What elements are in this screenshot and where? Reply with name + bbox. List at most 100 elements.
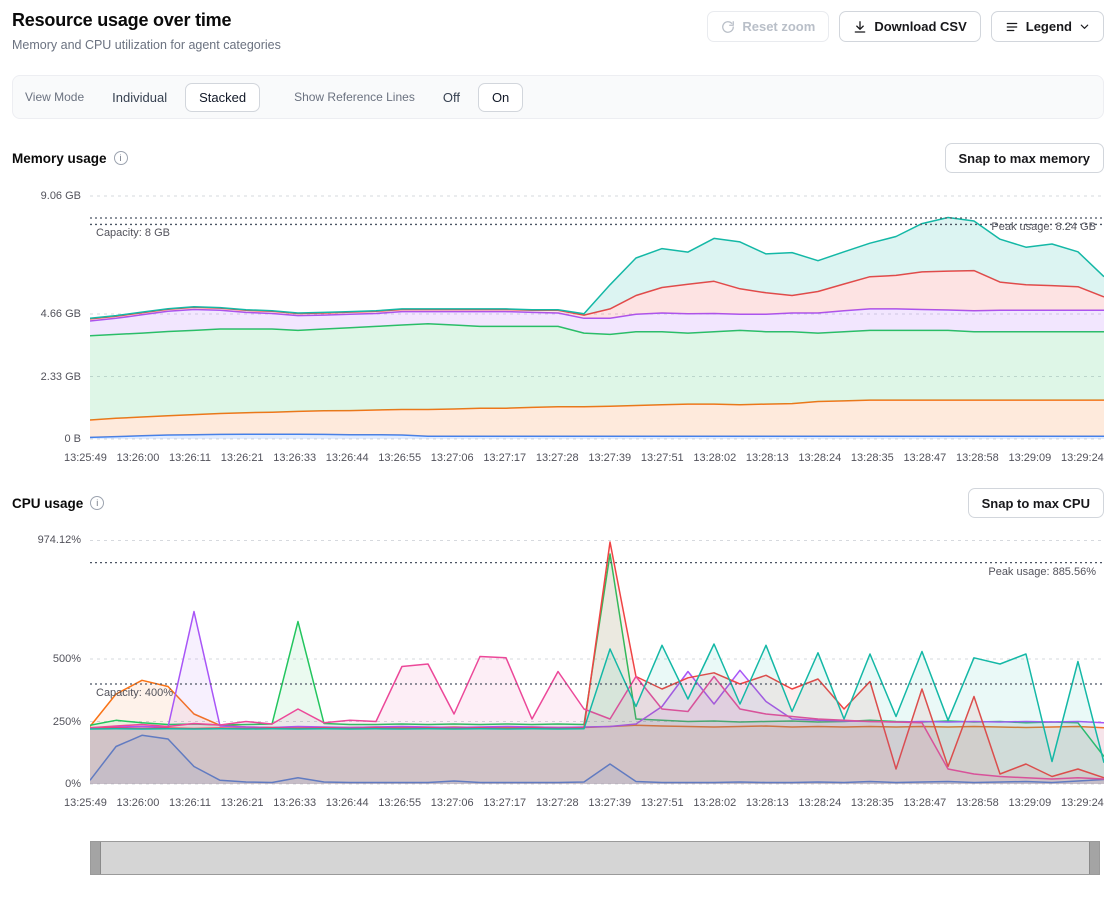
- x-tick-label: 13:26:00: [117, 797, 160, 809]
- reference-line-label: Capacity: 8 GB: [96, 227, 170, 239]
- x-tick-label: 13:26:44: [326, 452, 369, 464]
- memory-chart: 9.06 GB 4.66 GB 2.33 GB 0 B Capacity: 8 GB P…: [12, 181, 1104, 446]
- memory-x-axis: 13:25:49 13:26:00 13:26:11 13:26:21 13:26:33…: [64, 452, 1104, 464]
- reset-zoom-label: Reset zoom: [742, 19, 815, 34]
- x-tick-label: 13:25:49: [64, 452, 107, 464]
- cpu-section-header: CPU usage i Snap to max CPU: [12, 488, 1104, 518]
- x-tick-label: 13:28:24: [798, 452, 841, 464]
- x-tick-label: 13:27:28: [536, 797, 579, 809]
- chevron-down-icon: [1079, 21, 1090, 32]
- view-mode-individual[interactable]: Individual: [98, 83, 181, 112]
- x-tick-label: 13:27:39: [588, 452, 631, 464]
- download-csv-label: Download CSV: [874, 19, 966, 34]
- cpu-section-title: CPU usage: [12, 496, 83, 511]
- reset-zoom-icon: [721, 20, 735, 34]
- x-tick-label: 13:28:24: [798, 797, 841, 809]
- x-tick-label: 13:26:44: [326, 797, 369, 809]
- memory-section-title: Memory usage: [12, 151, 107, 166]
- chart-controls-toolbar: View Mode Individual Stacked Show Refere…: [12, 75, 1104, 119]
- x-tick-label: 13:25:49: [64, 797, 107, 809]
- x-tick-label: 13:28:35: [851, 797, 894, 809]
- page-subtitle: Memory and CPU utilization for agent cat…: [12, 38, 281, 52]
- reference-line-label: Peak usage: 8.24 GB: [991, 221, 1096, 233]
- legend-button[interactable]: Legend: [991, 11, 1104, 42]
- x-tick-label: 13:26:21: [221, 452, 264, 464]
- y-tick-label: 2.33 GB: [41, 371, 81, 383]
- y-tick-label: 974.12%: [38, 534, 81, 546]
- view-mode-label: View Mode: [25, 90, 84, 104]
- x-tick-label: 13:27:06: [431, 797, 474, 809]
- x-tick-label: 13:29:24: [1061, 452, 1104, 464]
- memory-section-header: Memory usage i Snap to max memory: [12, 143, 1104, 173]
- x-tick-label: 13:27:17: [483, 452, 526, 464]
- cpu-y-axis: 974.12% 500% 250% 0%: [12, 526, 90, 791]
- page-header: Resource usage over time Memory and CPU …: [12, 8, 1104, 52]
- x-tick-label: 13:27:39: [588, 797, 631, 809]
- memory-chart-canvas: [90, 181, 1104, 446]
- x-tick-label: 13:26:11: [169, 797, 211, 809]
- x-tick-label: 13:28:13: [746, 452, 789, 464]
- cpu-x-axis: 13:25:49 13:26:00 13:26:11 13:26:21 13:26:33…: [64, 797, 1104, 809]
- time-range-brush-row: [12, 841, 1104, 875]
- reference-line-label: Capacity: 400%: [96, 687, 173, 699]
- x-tick-label: 13:27:06: [431, 452, 474, 464]
- x-tick-label: 13:26:11: [169, 452, 211, 464]
- download-csv-button[interactable]: Download CSV: [839, 11, 980, 42]
- x-tick-label: 13:28:35: [851, 452, 894, 464]
- x-tick-label: 13:28:58: [956, 452, 999, 464]
- y-tick-label: 0%: [65, 778, 81, 790]
- memory-plot-area[interactable]: Capacity: 8 GB Peak usage: 8.24 GB: [90, 181, 1104, 446]
- reference-lines-off[interactable]: Off: [429, 83, 474, 112]
- view-mode-stacked[interactable]: Stacked: [185, 83, 260, 112]
- legend-label: Legend: [1026, 19, 1072, 34]
- x-tick-label: 13:29:09: [1008, 797, 1051, 809]
- page-header-text: Resource usage over time Memory and CPU …: [12, 8, 281, 52]
- y-tick-label: 250%: [53, 716, 81, 728]
- y-tick-label: 9.06 GB: [41, 190, 81, 202]
- reference-lines-on[interactable]: On: [478, 83, 523, 112]
- brush-selection[interactable]: [101, 842, 1089, 874]
- x-tick-label: 13:27:51: [641, 797, 684, 809]
- info-icon[interactable]: i: [90, 496, 104, 510]
- x-tick-label: 13:28:02: [693, 797, 736, 809]
- reference-line-label: Peak usage: 885.56%: [988, 566, 1096, 578]
- x-tick-label: 13:27:51: [641, 452, 684, 464]
- cpu-chart-canvas: [90, 526, 1104, 791]
- x-tick-label: 13:29:09: [1008, 452, 1051, 464]
- time-range-brush[interactable]: [90, 841, 1100, 875]
- y-tick-label: 500%: [53, 653, 81, 665]
- x-tick-label: 13:28:47: [903, 452, 946, 464]
- cpu-chart: 974.12% 500% 250% 0% Peak usage: 885.56% Cap…: [12, 526, 1104, 791]
- brush-handle-right[interactable]: [1089, 842, 1099, 874]
- x-tick-label: 13:28:58: [956, 797, 999, 809]
- legend-list-icon: [1005, 20, 1019, 34]
- download-icon: [853, 20, 867, 34]
- x-tick-label: 13:26:00: [117, 452, 160, 464]
- header-actions: Reset zoom Download CSV Legend: [707, 8, 1104, 42]
- x-tick-label: 13:28:13: [746, 797, 789, 809]
- page-title: Resource usage over time: [12, 10, 281, 31]
- y-tick-label: 4.66 GB: [41, 308, 81, 320]
- resource-usage-page: Resource usage over time Memory and CPU …: [0, 0, 1116, 906]
- snap-max-memory-button[interactable]: Snap to max memory: [945, 143, 1105, 173]
- x-tick-label: 13:29:24: [1061, 797, 1104, 809]
- reference-lines-label: Show Reference Lines: [294, 90, 415, 104]
- cpu-plot-area[interactable]: Peak usage: 885.56% Capacity: 400%: [90, 526, 1104, 791]
- info-icon[interactable]: i: [114, 151, 128, 165]
- snap-max-cpu-button[interactable]: Snap to max CPU: [968, 488, 1104, 518]
- x-tick-label: 13:26:21: [221, 797, 264, 809]
- memory-section-title-wrap: Memory usage i: [12, 151, 128, 166]
- x-tick-label: 13:27:28: [536, 452, 579, 464]
- x-tick-label: 13:27:17: [483, 797, 526, 809]
- x-tick-label: 13:26:33: [273, 797, 316, 809]
- brush-handle-left[interactable]: [91, 842, 101, 874]
- cpu-section-title-wrap: CPU usage i: [12, 496, 104, 511]
- reset-zoom-button[interactable]: Reset zoom: [707, 11, 829, 42]
- memory-y-axis: 9.06 GB 4.66 GB 2.33 GB 0 B: [12, 181, 90, 446]
- x-tick-label: 13:26:55: [378, 797, 421, 809]
- y-tick-label: 0 B: [64, 433, 81, 445]
- x-tick-label: 13:26:55: [378, 452, 421, 464]
- x-tick-label: 13:28:02: [693, 452, 736, 464]
- x-tick-label: 13:28:47: [903, 797, 946, 809]
- x-tick-label: 13:26:33: [273, 452, 316, 464]
